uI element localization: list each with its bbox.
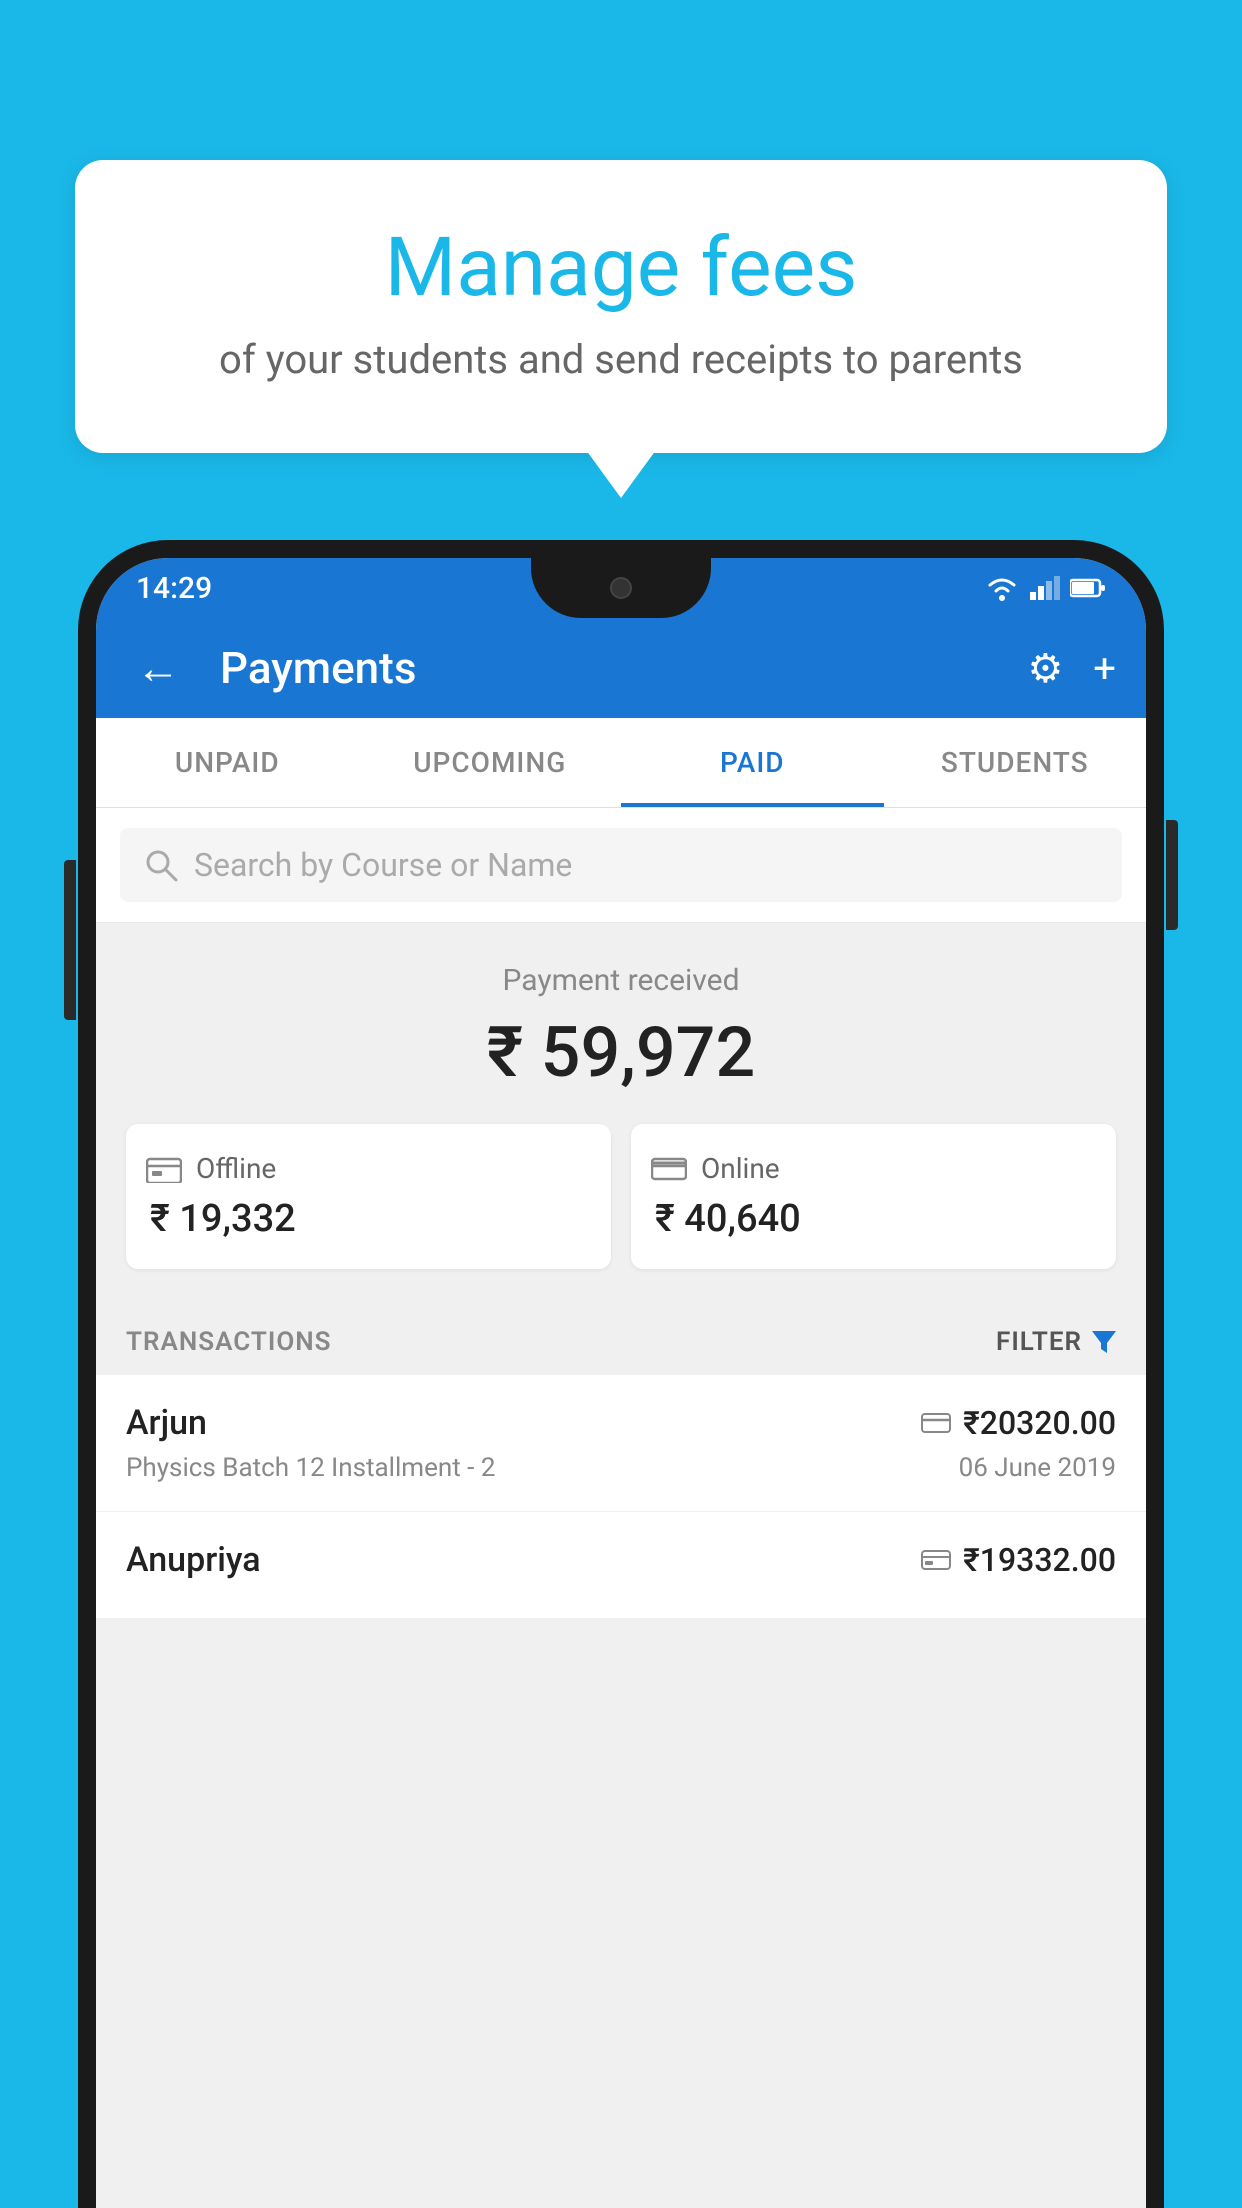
status-icons xyxy=(984,575,1106,601)
transaction-name: Arjun xyxy=(126,1403,207,1443)
phone-notch xyxy=(531,558,711,618)
phone-mockup: 14:29 xyxy=(78,540,1164,2208)
tab-students[interactable]: STUDENTS xyxy=(884,718,1147,807)
table-row[interactable]: Arjun ₹20320.00 Physics Batch 12 Install… xyxy=(96,1375,1146,1512)
transaction-amount: ₹20320.00 xyxy=(963,1404,1116,1442)
offline-amount: ₹ 19,332 xyxy=(146,1197,296,1241)
transactions-header: TRANSACTIONS FILTER xyxy=(96,1299,1146,1375)
tab-upcoming[interactable]: UPCOMING xyxy=(359,718,622,807)
signal-icon xyxy=(1030,576,1060,600)
tab-paid[interactable]: PAID xyxy=(621,718,884,807)
speech-bubble: Manage fees of your students and send re… xyxy=(75,160,1167,453)
transaction-amount-wrap: ₹19332.00 xyxy=(921,1541,1116,1579)
search-container: Search by Course or Name xyxy=(96,808,1146,923)
back-button[interactable]: ← xyxy=(126,632,190,704)
payment-summary: Payment received ₹ 59,972 Offline xyxy=(96,923,1146,1299)
status-time: 14:29 xyxy=(136,571,212,606)
settings-icon[interactable]: ⚙ xyxy=(1027,645,1063,692)
transaction-row-top: Arjun ₹20320.00 xyxy=(126,1403,1116,1443)
offline-payment-card: Offline ₹ 19,332 xyxy=(126,1124,611,1269)
app-bar-title: Payments xyxy=(220,642,1007,694)
phone-inner: 14:29 xyxy=(96,558,1146,2208)
offline-card-header: Offline xyxy=(146,1152,276,1185)
app-bar-icons: ⚙ + xyxy=(1027,645,1116,692)
online-icon xyxy=(651,1155,687,1183)
online-card-header: Online xyxy=(651,1152,780,1185)
tab-unpaid[interactable]: UNPAID xyxy=(96,718,359,807)
transaction-description: Physics Batch 12 Installment - 2 xyxy=(126,1453,495,1483)
payment-cards: Offline ₹ 19,332 Online xyxy=(126,1124,1116,1269)
search-placeholder: Search by Course or Name xyxy=(194,846,572,884)
filter-label: FILTER xyxy=(996,1327,1082,1357)
bubble-subtitle: of your students and send receipts to pa… xyxy=(125,336,1117,383)
payment-total-amount: ₹ 59,972 xyxy=(126,1012,1116,1094)
offline-type-icon xyxy=(921,1549,951,1571)
transaction-row-bottom: Physics Batch 12 Installment - 2 06 June… xyxy=(126,1453,1116,1483)
transaction-name: Anupriya xyxy=(126,1540,261,1580)
camera xyxy=(610,577,632,599)
search-box[interactable]: Search by Course or Name xyxy=(120,828,1122,902)
online-payment-card: Online ₹ 40,640 xyxy=(631,1124,1116,1269)
battery-icon xyxy=(1070,578,1106,598)
app-bar: ← Payments ⚙ + xyxy=(96,618,1146,718)
bubble-title: Manage fees xyxy=(125,220,1117,316)
tabs: UNPAID UPCOMING PAID STUDENTS xyxy=(96,718,1146,808)
phone-outer: 14:29 xyxy=(78,540,1164,2208)
table-row[interactable]: Anupriya ₹19332.00 xyxy=(96,1512,1146,1619)
transactions-label: TRANSACTIONS xyxy=(126,1327,332,1357)
filter-icon xyxy=(1092,1331,1116,1353)
transaction-date: 06 June 2019 xyxy=(959,1453,1116,1483)
payment-received-label: Payment received xyxy=(126,963,1116,998)
online-label: Online xyxy=(701,1152,780,1185)
offline-icon xyxy=(146,1155,182,1183)
search-icon xyxy=(144,848,178,882)
transactions-list: Arjun ₹20320.00 Physics Batch 12 Install… xyxy=(96,1375,1146,1619)
filter-button[interactable]: FILTER xyxy=(996,1327,1116,1357)
add-button[interactable]: + xyxy=(1093,645,1116,692)
transaction-row-top: Anupriya ₹19332.00 xyxy=(126,1540,1116,1580)
wifi-icon xyxy=(984,575,1020,601)
transaction-amount-wrap: ₹20320.00 xyxy=(921,1404,1116,1442)
online-amount: ₹ 40,640 xyxy=(651,1197,801,1241)
offline-label: Offline xyxy=(196,1152,276,1185)
online-type-icon xyxy=(921,1412,951,1434)
transaction-amount: ₹19332.00 xyxy=(963,1541,1116,1579)
